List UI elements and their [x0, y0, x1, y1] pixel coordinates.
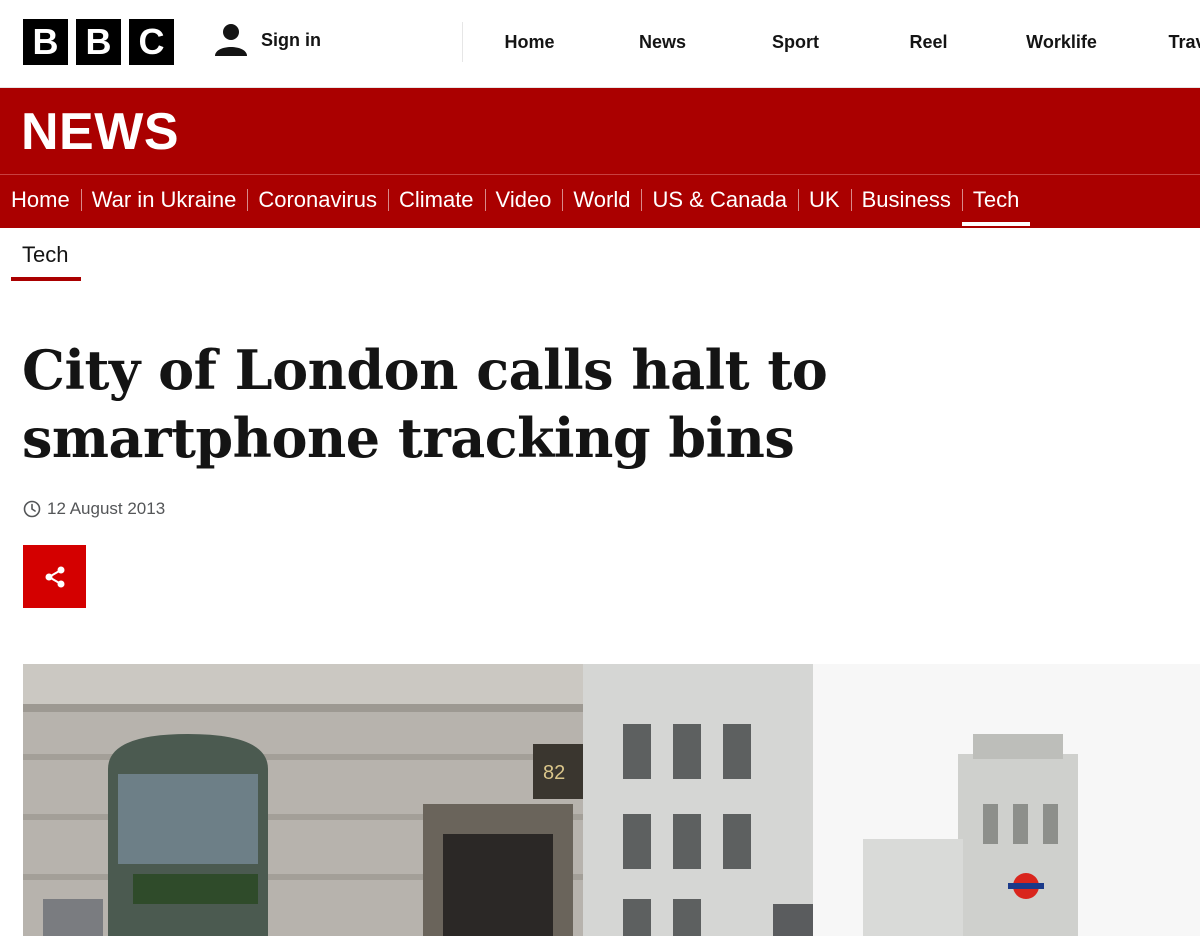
subnav-tech[interactable]: Tech [961, 185, 1031, 226]
subnav-home[interactable]: Home [0, 185, 81, 215]
subnav-world[interactable]: World [562, 185, 641, 215]
subnav-us-canada[interactable]: US & Canada [641, 185, 798, 215]
secondary-nav-active-indicator [11, 277, 81, 281]
top-nav-reel[interactable]: Reel [862, 0, 995, 87]
share-icon [45, 566, 64, 587]
top-nav-home[interactable]: Home [463, 0, 596, 87]
masthead: B B C Sign in Home News Sport Reel Workl… [0, 0, 1200, 88]
user-icon [215, 24, 247, 56]
subnav-climate[interactable]: Climate [387, 185, 485, 215]
share-button[interactable] [23, 545, 86, 608]
subnav-uk[interactable]: UK [798, 185, 851, 215]
top-nav-news[interactable]: News [596, 0, 729, 87]
secondary-nav: Tech [0, 228, 1200, 282]
article-date-text: 12 August 2013 [47, 499, 166, 518]
clock-icon [23, 500, 41, 518]
article-headline: City of London calls halt to smartphone … [22, 338, 828, 470]
news-band-divider [0, 174, 1200, 175]
top-nav-worklife[interactable]: Worklife [995, 0, 1128, 87]
subnav-video[interactable]: Video [484, 185, 563, 215]
bbc-logo-block: B [23, 19, 68, 65]
sign-in-label: Sign in [261, 29, 321, 50]
bbc-logo-block: C [129, 19, 174, 65]
article-date: 12 August 2013 [23, 499, 165, 519]
hero-photo: 82 [23, 664, 1200, 936]
subnav-war-in-ukraine[interactable]: War in Ukraine [80, 185, 248, 215]
bbc-logo[interactable]: B B C [23, 19, 174, 65]
svg-text:82: 82 [543, 762, 565, 784]
bbc-logo-block: B [76, 19, 121, 65]
subnav-business[interactable]: Business [850, 185, 962, 215]
article-hero-image: 82 [23, 664, 1200, 936]
news-band: NEWS Home War in Ukraine Coronavirus Cli… [0, 88, 1200, 228]
top-nav-sport[interactable]: Sport [729, 0, 862, 87]
top-nav: Home News Sport Reel Worklife Travel [463, 0, 1200, 87]
sign-in-link[interactable]: Sign in [213, 22, 321, 58]
top-nav-travel[interactable]: Travel [1128, 0, 1200, 87]
subnav-coronavirus[interactable]: Coronavirus [247, 185, 388, 215]
news-brand-title[interactable]: NEWS [21, 102, 179, 162]
secondary-nav-tech[interactable]: Tech [11, 228, 79, 282]
news-subnav: Home War in Ukraine Coronavirus Climate … [0, 185, 1031, 228]
